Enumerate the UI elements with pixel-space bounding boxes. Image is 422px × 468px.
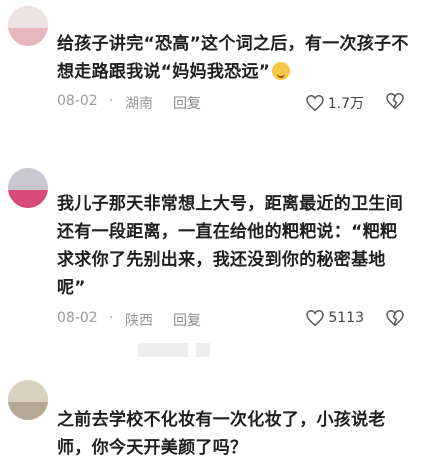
- blurred-placeholder: [196, 343, 210, 357]
- reply-button[interactable]: 回复: [173, 310, 201, 330]
- comment-meta: 08-02 · 陕西 回复 5113: [57, 309, 412, 330]
- comment-text: 我儿子那天非常想上大号，距离最近的卫生间还有一段距离，一直在给他的粑粑说：“粑粑…: [57, 194, 403, 298]
- like-count: 1.7万: [327, 96, 364, 112]
- reply-button[interactable]: 回复: [173, 93, 201, 113]
- dislike-button[interactable]: [386, 92, 404, 113]
- meta-separator: ·: [109, 310, 114, 326]
- heart-outline-icon: [306, 95, 324, 111]
- avatar[interactable]: [8, 168, 48, 208]
- comment-region: 陕西: [125, 313, 153, 329]
- comment-region: 湖南: [125, 96, 153, 112]
- shushing-face-emoji-icon: [272, 62, 291, 80]
- avatar[interactable]: [8, 380, 48, 420]
- heart-outline-icon: [306, 310, 325, 326]
- like-button[interactable]: 1.7万: [306, 93, 364, 113]
- comment-text: 给孩子讲完“恐高”这个词之后，有一次孩子不想走路跟我说“妈妈我恐远”: [57, 34, 409, 82]
- dislike-button[interactable]: [386, 309, 404, 330]
- broken-heart-icon: [386, 92, 404, 110]
- comment-meta: 08-02 · 湖南 回复 1.7万: [57, 92, 412, 113]
- blurred-placeholder: [138, 343, 188, 357]
- comment-date: 08-02: [57, 93, 98, 109]
- meta-separator: ·: [109, 93, 114, 109]
- avatar[interactable]: [8, 6, 48, 46]
- comment-date: 08-02: [57, 310, 98, 326]
- comment-text: 之前去学校不化妆有一次化妆了，小孩说老师，你今天开美颜了吗？: [57, 410, 386, 458]
- broken-heart-icon: [386, 309, 404, 327]
- like-count: 5113: [328, 310, 364, 326]
- like-button[interactable]: 5113: [306, 310, 364, 326]
